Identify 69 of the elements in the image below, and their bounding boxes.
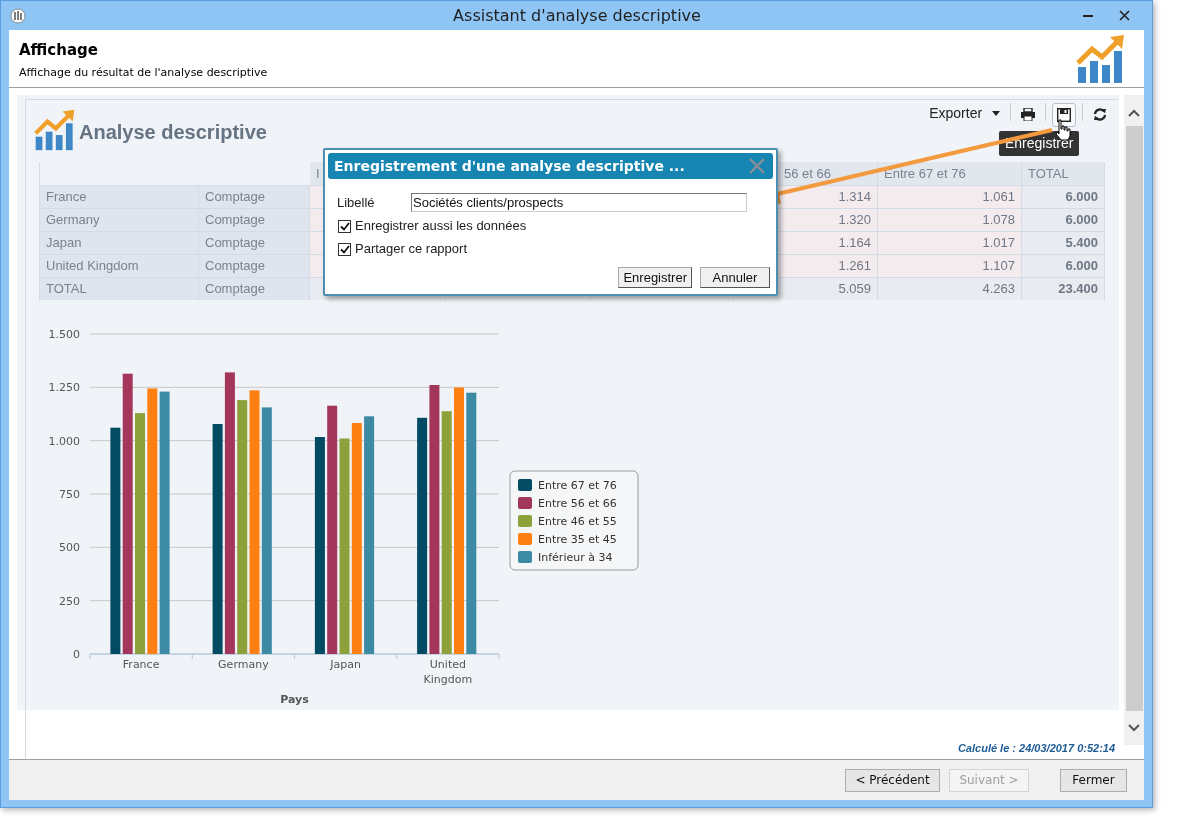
- checkbox[interactable]: [338, 219, 351, 233]
- cancel-button[interactable]: Annuler: [700, 267, 770, 288]
- table-cell: 6.000: [1022, 255, 1105, 277]
- close-button[interactable]: Fermer: [1060, 768, 1127, 792]
- x-tick-label: France: [122, 658, 160, 671]
- save-button[interactable]: Enregistrer: [618, 267, 692, 288]
- legend-label: Inférieur à 34: [538, 551, 613, 564]
- x-axis-title: Pays: [280, 693, 309, 706]
- close-icon: [1118, 10, 1130, 21]
- close-icon: [749, 158, 765, 174]
- page-title: Affichage: [19, 40, 99, 61]
- scrollbar-thumb[interactable]: [1125, 126, 1143, 711]
- column-header: Entre 67 et 76: [878, 162, 1022, 185]
- checkbox[interactable]: [338, 242, 351, 256]
- save-button[interactable]: [1052, 103, 1077, 127]
- report-title: Analyse descriptive: [79, 120, 267, 145]
- refresh-icon: [1093, 107, 1108, 121]
- row-header: Japan: [39, 232, 199, 254]
- y-tick-label: 1.250: [48, 381, 80, 395]
- table-cell: 4.263: [878, 278, 1022, 300]
- legend-label: Entre 67 et 76: [538, 479, 617, 492]
- checkbox-label: Partager ce rapport: [355, 240, 467, 259]
- row-header: TOTAL: [39, 278, 199, 300]
- field-label: Libellé: [337, 194, 376, 212]
- table-cell: 23.400: [1022, 278, 1105, 300]
- column-header: TOTAL: [1022, 162, 1105, 185]
- page-subtitle: Affichage du résultat de l'analyse descriptive: [19, 64, 268, 81]
- export-dropdown[interactable]: Exporter: [925, 103, 1005, 123]
- row-header: Germany: [39, 209, 199, 231]
- table-cell: 1.061: [878, 186, 1022, 208]
- row-header: United Kingdom: [39, 255, 199, 277]
- legend-label: Entre 46 et 55: [538, 515, 617, 528]
- y-tick-label: 750: [59, 488, 80, 501]
- y-tick-label: 1.500: [48, 328, 80, 341]
- legend-label: Entre 35 et 45: [538, 533, 617, 546]
- x-tick-label: United Kingdom: [423, 658, 473, 686]
- x-tick-label: Germany: [218, 658, 269, 671]
- caret-icon: [992, 110, 1001, 116]
- app-icon: [10, 7, 26, 24]
- table-cell: 1.107: [878, 255, 1022, 277]
- table-cell: Comptage: [199, 209, 310, 231]
- legend-label: Entre 56 et 66: [538, 497, 617, 510]
- text-field[interactable]: Sociétés clients/prospects: [411, 193, 747, 213]
- minimize-icon: [1083, 14, 1093, 17]
- table-cell: 6.000: [1022, 209, 1105, 231]
- scroll-up-icon: [1128, 109, 1141, 117]
- chart-logo-icon: [1076, 35, 1126, 83]
- table-cell: Comptage: [199, 232, 310, 254]
- scroll-down-icon: [1128, 724, 1141, 732]
- row-header: France: [39, 186, 199, 208]
- table-cell: 1.078: [878, 209, 1022, 231]
- x-tick-label: Japan: [330, 658, 361, 671]
- table-cell: 5.400: [1022, 232, 1105, 254]
- scrollbar[interactable]: [1124, 95, 1144, 745]
- checkbox-label: Enregistrer aussi les données: [355, 217, 527, 236]
- table-cell: Comptage: [199, 186, 310, 208]
- table-cell: 6.000: [1022, 186, 1105, 208]
- print-icon: [1021, 107, 1036, 121]
- table-cell: 1.017: [878, 232, 1022, 254]
- y-tick-label: 1.000: [48, 434, 80, 448]
- table-cell: Comptage: [199, 278, 310, 300]
- y-tick-label: 250: [59, 594, 80, 608]
- y-tick-label: 500: [59, 541, 80, 555]
- table-cell: Comptage: [199, 255, 310, 277]
- y-tick-label: 0: [73, 648, 80, 661]
- window-title: Assistant d'analyse descriptive: [452, 4, 702, 27]
- previous-button[interactable]: < Précédent: [845, 768, 940, 792]
- computed-timestamp: Calculé le : 24/03/2017 0:52:14: [957, 740, 1116, 756]
- chart-logo-icon: [34, 109, 76, 151]
